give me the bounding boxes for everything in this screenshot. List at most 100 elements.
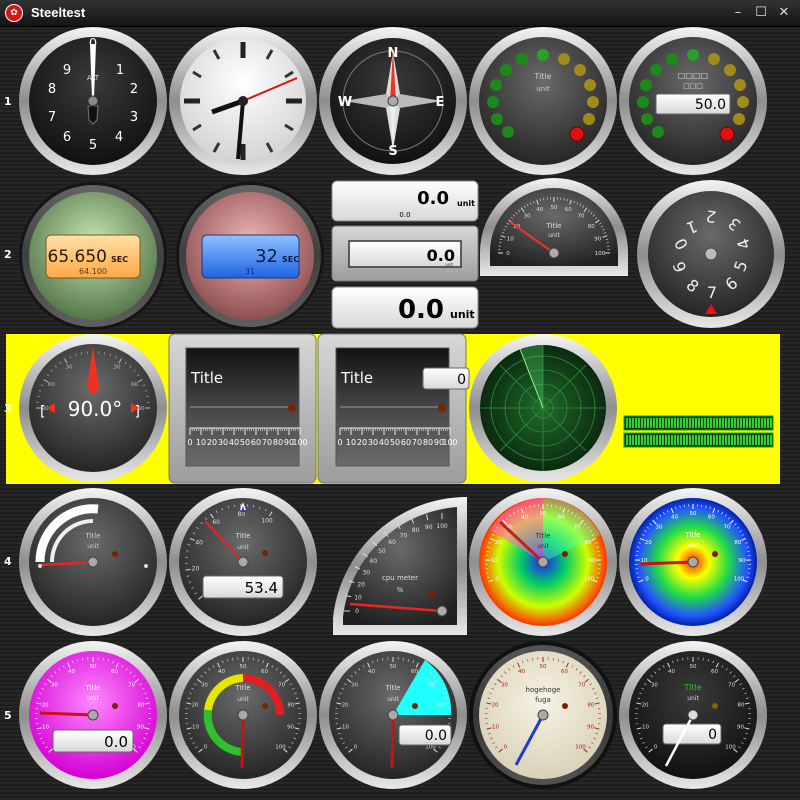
area-tick-0: 0 — [354, 744, 358, 750]
rainbow-title: Title — [534, 532, 550, 540]
rainbow-gauge: 0102030405060708090100 Title unit — [469, 488, 617, 636]
last-tick-4: 40 — [668, 669, 675, 675]
led-b-title-boxes: □□□□ — [678, 71, 708, 80]
alt-num-8: 8 — [48, 82, 56, 97]
colorful-tick-3: 30 — [655, 525, 662, 531]
sections-tick-4: 40 — [218, 669, 225, 675]
display-framed-unit: unit — [445, 262, 453, 267]
beige-tick-4: 40 — [518, 669, 525, 675]
radar-gauge — [469, 334, 617, 482]
beige-tick-0: 0 — [504, 744, 508, 750]
last-tick-1: 10 — [642, 725, 649, 731]
area-tick-4: 40 — [368, 669, 375, 675]
half-tick-4: 40 — [536, 207, 543, 213]
last-tick-10: 100 — [725, 744, 736, 750]
area-tick-5: 50 — [390, 664, 397, 670]
sections-tick-3: 30 — [201, 683, 208, 689]
beige-gauge: 0 10 20 30 40 50 60 70 80 90 100 hogehoge fuga — [469, 641, 617, 789]
app-icon: ✿ — [5, 4, 23, 22]
sections-tick-8: 80 — [287, 703, 294, 709]
linear-b-tick-3: 30 — [368, 438, 378, 447]
alt-num-4: 4 — [115, 130, 123, 145]
colorful-tick-6: 60 — [708, 514, 715, 520]
linear-a-tick-8: 80 — [273, 438, 283, 447]
magenta-tick-1: 10 — [42, 725, 49, 731]
magenta-tick-4: 40 — [68, 669, 75, 675]
magenta-tick-3: 30 — [51, 683, 58, 689]
linear-b-tick-5: 50 — [390, 438, 400, 447]
dashboard-area: 1 2 3 4 5 1 2 3 4 5 6 7 8 9 E S W Title … — [0, 27, 800, 800]
rainbow-tick-4: 40 — [521, 514, 528, 520]
sections-tick-2: 20 — [192, 703, 199, 709]
last-value: 0 — [708, 727, 717, 743]
quarter-tick-2: 20 — [357, 582, 365, 589]
radial-lcd-unit: unit — [237, 544, 249, 551]
alt-num-6: 6 — [63, 130, 71, 145]
rainbow-tick-5: 50 — [540, 511, 547, 517]
horizon-gauge: 9060300306090 [ ] 90.0° — [19, 334, 167, 482]
magenta-unit: unit — [87, 695, 99, 702]
minimize-button[interactable]: – — [728, 3, 748, 23]
last-tick-9: 90 — [737, 725, 744, 731]
last-tick-3: 30 — [651, 683, 658, 689]
half-tick-5: 50 — [551, 205, 558, 211]
display-single-unit: unit — [457, 199, 475, 208]
close-button[interactable]: ✕ — [774, 3, 794, 23]
alt-num-3: 3 — [130, 110, 138, 125]
linear-a-tick-2: 20 — [207, 438, 217, 447]
rainbow-tick-0: 0 — [495, 577, 499, 583]
compass-gauge: N E S W — [319, 27, 467, 175]
quarter-tick-6: 60 — [388, 539, 396, 546]
clock-gauge — [169, 27, 317, 175]
odometer-dial-gauge: 0 1 2 3 4 5 6 7 8 9 — [637, 180, 785, 328]
area-gauge: 0102030405060708090100 Title unit 0.0 — [319, 641, 467, 789]
quarter-tick-1: 10 — [354, 595, 362, 602]
magenta-gauge: 0102030405060708090100 Title unit 0.0 — [19, 641, 167, 789]
colorful-tick-10: 100 — [734, 577, 745, 583]
gauges-canvas: 0 1 2 3 4 5 6 7 8 9 ALT — [19, 27, 785, 789]
area-unit: unit — [387, 696, 399, 703]
linear-b-value: 0 — [457, 372, 466, 388]
compass-w: W — [338, 95, 352, 110]
sections-tick-7: 70 — [278, 683, 285, 689]
beige-unit: fuga — [535, 696, 551, 704]
half-tick-7: 70 — [578, 214, 585, 220]
quarter-tick-7: 70 — [400, 532, 408, 539]
magenta-tick-7: 70 — [128, 683, 135, 689]
magenta-title: Title — [84, 684, 100, 692]
linear-a-tick-10: 100 — [292, 438, 307, 447]
linear-a-tick-6: 60 — [251, 438, 261, 447]
magenta-tick-8: 80 — [137, 703, 144, 709]
display-single-sub: 0.0 — [399, 211, 410, 219]
colorful-unit: unit — [687, 542, 699, 549]
bar-gauge: Title unit — [19, 488, 167, 636]
quarter-tick-8: 80 — [412, 527, 420, 534]
half-tick-0: 0 — [506, 251, 510, 257]
maximize-button[interactable]: ☐ — [751, 3, 771, 23]
radlcd-tick-5: 100 — [261, 517, 273, 524]
half-tick-1: 10 — [507, 237, 514, 243]
colorful-tick-7: 70 — [724, 525, 731, 531]
half-tick-10: 100 — [595, 251, 606, 257]
level-bar-1 — [623, 415, 774, 431]
linear-a-title: Title — [190, 369, 223, 387]
magenta-tick-6: 60 — [111, 669, 118, 675]
sections-tick-1: 10 — [192, 725, 199, 731]
area-tick-7: 70 — [428, 683, 435, 689]
last-tick-5: 50 — [690, 664, 697, 670]
led-a-unit: unit — [536, 85, 550, 93]
area-value: 0.0 — [425, 728, 447, 744]
linear-b-tick-10: 100 — [442, 438, 457, 447]
last-tick-6: 60 — [711, 669, 718, 675]
sections-tick-10: 100 — [275, 744, 286, 750]
led-b-display: 50.0 — [695, 97, 726, 113]
half-gauge-title: Title — [545, 222, 561, 230]
beige-tick-7: 70 — [578, 683, 585, 689]
half-tick-9: 90 — [594, 237, 601, 243]
linear-b-tick-6: 60 — [401, 438, 411, 447]
colorful-tick-9: 90 — [738, 558, 745, 564]
quarter-gauge: 0 10 20 30 405060 70 80 90 100 cpu meter % — [333, 497, 467, 635]
bar-gauge-title: Title — [84, 532, 100, 540]
linear-b-tick-4: 40 — [379, 438, 389, 447]
horizon-tick-1: 60 — [48, 382, 55, 388]
